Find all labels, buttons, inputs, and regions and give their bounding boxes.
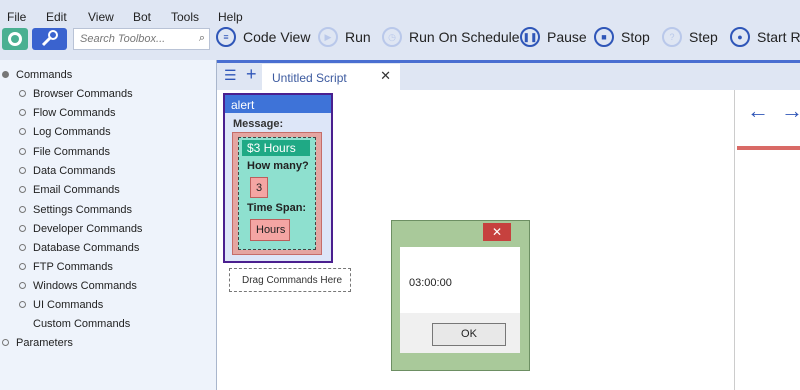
- tree-item-file-commands[interactable]: File Commands: [19, 146, 110, 158]
- tree-item-developer-commands[interactable]: Developer Commands: [19, 223, 142, 235]
- message-label: Message:: [233, 118, 284, 130]
- bullet-icon: [19, 148, 26, 155]
- time-span-label: Time Span:: [247, 202, 307, 214]
- tree-item-browser-commands[interactable]: Browser Commands: [19, 88, 133, 100]
- tree-item-settings-commands[interactable]: Settings Commands: [19, 204, 132, 216]
- tab-title: Untitled Script: [272, 71, 347, 85]
- drag-commands-drop-target[interactable]: Drag Commands Here: [229, 268, 351, 292]
- step-icon: ?: [662, 27, 682, 47]
- dialog-close-button[interactable]: ✕: [483, 223, 511, 241]
- bullet-icon: [19, 301, 26, 308]
- tab-untitled-script[interactable]: Untitled Script ✕: [262, 64, 400, 90]
- bullet-icon: [19, 282, 26, 289]
- tree-item-email-commands[interactable]: Email Commands: [19, 184, 120, 196]
- time-span-value[interactable]: Hours: [250, 219, 290, 241]
- search-icon: ⌕: [198, 32, 205, 44]
- schedule-icon: ◷: [382, 27, 402, 47]
- bullet-icon: [19, 263, 26, 270]
- bullet-icon: [19, 109, 26, 116]
- tree-item-custom-commands[interactable]: Custom Commands: [33, 318, 130, 330]
- dialog-content: 03:00:00: [400, 247, 520, 313]
- dialog-message: 03:00:00: [409, 277, 452, 289]
- menu-view[interactable]: View: [88, 10, 114, 24]
- tree-item-database-commands[interactable]: Database Commands: [19, 242, 139, 254]
- wrench-icon: [41, 30, 58, 47]
- globe-icon: [8, 32, 22, 46]
- tree-item-commands[interactable]: Commands: [2, 69, 72, 81]
- pause-icon: ❚❚: [520, 27, 540, 47]
- menu-tools[interactable]: Tools: [171, 10, 199, 24]
- search-placeholder: Search Toolbox...: [80, 33, 166, 45]
- tree-item-ui-commands[interactable]: UI Commands: [19, 299, 103, 311]
- code-view-label: Code View: [243, 29, 311, 45]
- menu-bar: File Edit View Bot Tools Help: [0, 0, 800, 26]
- bullet-icon: [19, 186, 26, 193]
- bullet-icon: [19, 90, 26, 97]
- stop-label: Stop: [621, 29, 650, 45]
- tree-item-data-commands[interactable]: Data Commands: [19, 165, 116, 177]
- toolbox-sidebar: Commands Browser Commands Flow Commands …: [0, 60, 217, 390]
- hamburger-menu-icon[interactable]: ☰: [224, 67, 237, 84]
- new-tab-plus-icon[interactable]: +: [246, 64, 257, 85]
- stop-icon: ■: [594, 27, 614, 47]
- toolbox-search-input[interactable]: Search Toolbox... ⌕: [73, 28, 210, 50]
- globe-button[interactable]: [2, 28, 28, 50]
- arrow-left-icon[interactable]: ←: [747, 98, 769, 124]
- close-icon: ✕: [491, 225, 503, 239]
- bullet-icon: [2, 339, 9, 346]
- tree-item-windows-commands[interactable]: Windows Commands: [19, 280, 137, 292]
- arrow-right-icon[interactable]: →: [781, 98, 800, 124]
- tab-close-icon[interactable]: ✕: [380, 68, 391, 84]
- hours-block-header: $3 Hours: [242, 140, 310, 156]
- menu-bot[interactable]: Bot: [133, 10, 151, 24]
- tree-item-log-commands[interactable]: Log Commands: [19, 126, 111, 138]
- code-view-icon: ≡: [216, 27, 236, 47]
- run-on-schedule-label: Run On Schedule: [409, 29, 520, 45]
- how-many-label: How many?: [247, 160, 309, 172]
- bullet-icon: [2, 71, 9, 78]
- tab-strip: ☰ + Untitled Script ✕: [217, 63, 800, 90]
- ok-button[interactable]: OK: [432, 323, 506, 346]
- bullet-icon: [19, 206, 26, 213]
- menu-edit[interactable]: Edit: [46, 10, 67, 24]
- tree-item-ftp-commands[interactable]: FTP Commands: [19, 261, 113, 273]
- alert-header: alert: [225, 95, 331, 113]
- message-dialog: ✕ 03:00:00 OK: [391, 220, 530, 371]
- bullet-icon: [19, 128, 26, 135]
- run-icon: ▶: [318, 27, 338, 47]
- bullet-icon: [19, 225, 26, 232]
- bullet-icon: [19, 244, 26, 251]
- how-many-value[interactable]: 3: [250, 177, 268, 198]
- divider: [737, 146, 800, 150]
- dialog-footer: OK: [400, 313, 520, 353]
- right-panel: ← →: [734, 90, 800, 390]
- tree-item-parameters[interactable]: Parameters: [2, 337, 73, 349]
- menu-help[interactable]: Help: [218, 10, 243, 24]
- step-label: Step: [689, 29, 718, 45]
- run-label: Run: [345, 29, 371, 45]
- start-recording-label: Start Re: [757, 29, 800, 45]
- bullet-icon: [19, 167, 26, 174]
- toolbox-button[interactable]: [32, 28, 67, 50]
- record-icon: ●: [730, 27, 750, 47]
- pause-label: Pause: [547, 29, 587, 45]
- menu-file[interactable]: File: [7, 10, 26, 24]
- toolbar: Search Toolbox... ⌕ ≡ Code View ▶ Run ◷ …: [0, 26, 800, 63]
- tree-item-flow-commands[interactable]: Flow Commands: [19, 107, 116, 119]
